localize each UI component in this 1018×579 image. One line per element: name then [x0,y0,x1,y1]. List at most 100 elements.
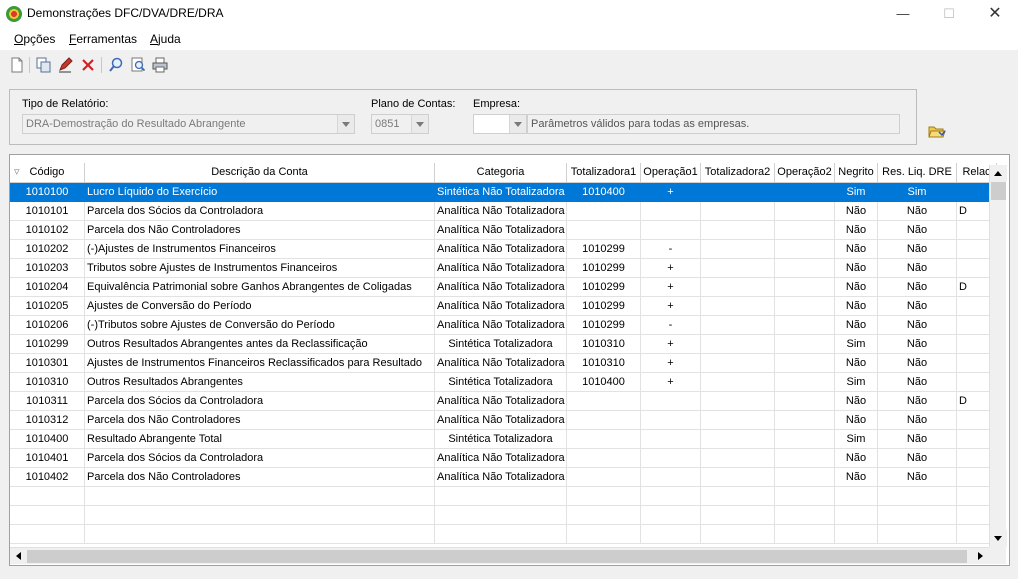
copy-icon[interactable] [35,56,53,74]
cell-codigo[interactable]: 1010101 [10,202,85,221]
column-header-totalizadora2[interactable]: Totalizadora2 [701,163,775,183]
cell-operacao1[interactable]: + [641,373,701,392]
maximize-button[interactable]: ☐ [926,0,972,27]
cell-res-liq-dre[interactable]: Não [878,449,957,468]
cell-operacao1[interactable] [641,392,701,411]
cell-descricao[interactable]: (-)Tributos sobre Ajustes de Conversão d… [85,316,435,335]
cell-negrito[interactable]: Não [835,221,878,240]
cell-totalizadora2[interactable] [701,335,775,354]
cell-negrito[interactable]: Não [835,259,878,278]
cell-totalizadora2[interactable] [701,354,775,373]
cell-categoria[interactable]: Analítica Não Totalizadora [435,278,567,297]
cell-res-liq-dre[interactable]: Não [878,354,957,373]
cell-totalizadora1[interactable]: 1010310 [567,354,641,373]
cell-res-liq-dre[interactable]: Não [878,221,957,240]
cell-categoria[interactable]: Analítica Não Totalizadora [435,354,567,373]
cell-negrito[interactable]: Não [835,449,878,468]
cell-operacao2[interactable] [775,506,835,525]
cell-res-liq-dre[interactable] [878,487,957,506]
cell-codigo[interactable] [10,506,85,525]
cell-res-liq-dre[interactable]: Não [878,297,957,316]
cell-categoria[interactable]: Analítica Não Totalizadora [435,468,567,487]
cell-res-liq-dre[interactable]: Não [878,240,957,259]
cell-totalizadora1[interactable]: 1010400 [567,373,641,392]
cell-descricao[interactable]: Parcela dos Sócios da Controladora [85,392,435,411]
company-select[interactable] [473,114,527,134]
table-row[interactable]: 1010402 Parcela dos Não Controladores Anal… [10,468,997,487]
cell-categoria[interactable]: Analítica Não Totalizadora [435,297,567,316]
cell-negrito[interactable] [835,506,878,525]
cell-categoria[interactable]: Analítica Não Totalizadora [435,221,567,240]
cell-totalizadora2[interactable] [701,468,775,487]
column-header-descricao[interactable]: Descrição da Conta [85,163,435,183]
cell-totalizadora1[interactable] [567,487,641,506]
cell-totalizadora1[interactable] [567,392,641,411]
column-header-codigo[interactable]: ▿ Código [10,163,85,183]
cell-descricao[interactable]: Parcela dos Sócios da Controladora [85,449,435,468]
cell-operacao2[interactable] [775,335,835,354]
cell-operacao2[interactable] [775,240,835,259]
cell-totalizadora1[interactable]: 1010310 [567,335,641,354]
cell-categoria[interactable]: Sintética Totalizadora [435,373,567,392]
cell-res-liq-dre[interactable]: Não [878,278,957,297]
cell-operacao2[interactable] [775,411,835,430]
cell-res-liq-dre[interactable]: Sim [878,183,957,202]
cell-totalizadora1[interactable]: 1010299 [567,316,641,335]
cell-categoria[interactable]: Analítica Não Totalizadora [435,202,567,221]
cell-res-liq-dre[interactable]: Não [878,259,957,278]
cell-categoria[interactable]: Analítica Não Totalizadora [435,392,567,411]
cell-totalizadora1[interactable] [567,468,641,487]
cell-codigo[interactable]: 1010401 [10,449,85,468]
cell-operacao1[interactable] [641,506,701,525]
cell-totalizadora2[interactable] [701,506,775,525]
cell-negrito[interactable]: Não [835,411,878,430]
cell-codigo[interactable]: 1010400 [10,430,85,449]
cell-totalizadora2[interactable] [701,259,775,278]
cell-totalizadora1[interactable]: 1010299 [567,297,641,316]
cell-codigo[interactable]: 1010203 [10,259,85,278]
cell-descricao[interactable]: (-)Ajustes de Instrumentos Financeiros [85,240,435,259]
cell-res-liq-dre[interactable]: Não [878,335,957,354]
cell-operacao1[interactable]: - [641,240,701,259]
cell-negrito[interactable] [835,487,878,506]
table-row[interactable]: 1010311 Parcela dos Sócios da Controlador… [10,392,997,411]
table-row[interactable]: 1010310 Outros Resultados Abrangentes Sint… [10,373,997,392]
chevron-down-icon[interactable] [411,115,428,133]
cell-descricao[interactable]: Equivalência Patrimonial sobre Ganhos Ab… [85,278,435,297]
cell-codigo[interactable]: 1010310 [10,373,85,392]
cell-res-liq-dre[interactable]: Não [878,411,957,430]
table-row[interactable]: 1010202 (-)Ajustes de Instrumentos Financ… [10,240,997,259]
cell-totalizadora2[interactable] [701,373,775,392]
cell-totalizadora1[interactable] [567,221,641,240]
open-folder-icon[interactable] [928,123,946,139]
cell-res-liq-dre[interactable]: Não [878,373,957,392]
cell-categoria[interactable]: Analítica Não Totalizadora [435,240,567,259]
cell-totalizadora2[interactable] [701,221,775,240]
table-row[interactable] [10,525,997,544]
table-row[interactable] [10,506,997,525]
cell-operacao2[interactable] [775,430,835,449]
cell-negrito[interactable]: Sim [835,183,878,202]
cell-res-liq-dre[interactable] [878,525,957,544]
cell-negrito[interactable]: Não [835,392,878,411]
cell-codigo[interactable]: 1010402 [10,468,85,487]
cell-totalizadora2[interactable] [701,449,775,468]
cell-totalizadora2[interactable] [701,278,775,297]
cell-operacao2[interactable] [775,202,835,221]
table-row[interactable]: 1010301 Ajustes de Instrumentos Financeir… [10,354,997,373]
cell-res-liq-dre[interactable]: Não [878,468,957,487]
cell-descricao[interactable]: Ajustes de Conversão do Período [85,297,435,316]
cell-totalizadora1[interactable] [567,506,641,525]
table-row[interactable] [10,487,997,506]
cell-totalizadora2[interactable] [701,297,775,316]
cell-totalizadora1[interactable] [567,202,641,221]
table-row[interactable]: 1010205 Ajustes de Conversão do Período An… [10,297,997,316]
cell-codigo[interactable]: 1010205 [10,297,85,316]
chevron-down-icon[interactable] [337,115,354,133]
cell-operacao1[interactable]: - [641,316,701,335]
cell-categoria[interactable]: Sintética Totalizadora [435,430,567,449]
cell-descricao[interactable]: Parcela dos Não Controladores [85,411,435,430]
scroll-up-icon[interactable] [990,165,1007,182]
cell-categoria[interactable] [435,487,567,506]
scroll-right-icon[interactable] [972,548,989,565]
